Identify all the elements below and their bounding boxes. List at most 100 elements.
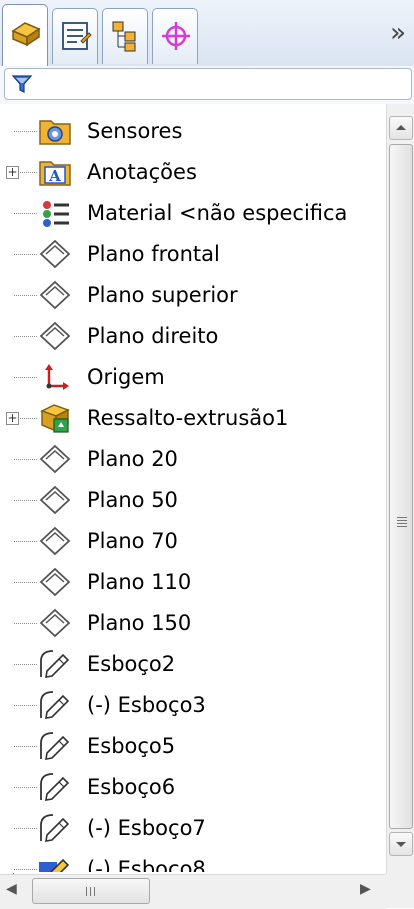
plane-icon (39, 321, 71, 351)
tree-item-label: Plano 20 (87, 447, 178, 471)
tree-item-plano-70[interactable]: Plano 70 (0, 522, 385, 563)
tree-item-label: Material <não especifica (87, 201, 348, 225)
tree-item-label: Esboço5 (87, 734, 176, 758)
tree-connector (14, 541, 37, 542)
tree-item-label: Plano 150 (87, 611, 192, 635)
tree-item-label: Plano direito (87, 324, 219, 348)
tree-connector (14, 459, 37, 460)
plane-icon (39, 526, 71, 556)
filter-input[interactable] (4, 68, 412, 100)
filter-bar (0, 66, 414, 104)
tree-item-label: Esboço6 (87, 775, 176, 799)
plane-icon (39, 567, 71, 597)
tree-item-plano-50[interactable]: Plano 50 (0, 481, 385, 522)
chevron-down-icon (396, 842, 406, 847)
tree-item-esboco5[interactable]: Esboço5 (0, 727, 385, 768)
plane-icon (39, 485, 71, 515)
tree-item-esboco2[interactable]: Esboço2 (0, 645, 385, 686)
plane-icon (39, 608, 71, 638)
vertical-scrollbar[interactable] (386, 104, 414, 874)
tree-connector (14, 705, 37, 706)
tree-item-esboco8[interactable]: (-) Esboço8 (0, 850, 385, 872)
sensors-folder-icon (39, 120, 71, 145)
tree-connector (14, 746, 37, 747)
tab-property-manager[interactable] (52, 8, 98, 64)
tree-connector (14, 254, 37, 255)
expand-icon[interactable]: + (6, 412, 19, 425)
tree-item-label: Sensores (87, 119, 183, 143)
material-icon (43, 201, 69, 227)
tree-connector (14, 213, 37, 214)
tree-item-plano-superior[interactable]: Plano superior (0, 276, 385, 317)
tree-item-esboco7[interactable]: (-) Esboço7 (0, 809, 385, 850)
tree-item-plano-20[interactable]: Plano 20 (0, 440, 385, 481)
tree-item-plano-frontal[interactable]: Plano frontal (0, 235, 385, 276)
tree-item-label: Plano 110 (87, 570, 192, 594)
sketch-icon (40, 732, 70, 760)
tree-item-label: Plano frontal (87, 242, 220, 266)
chevron-up-icon (396, 125, 406, 130)
scroll-up-button[interactable] (389, 116, 413, 140)
tree-item-ressalto-extrusao1[interactable]: + Ressalto-extrusão1 (0, 399, 385, 440)
vertical-scroll-thumb[interactable] (389, 144, 413, 829)
sketch-icon (40, 650, 70, 678)
tree-item-plano-direito[interactable]: Plano direito (0, 317, 385, 358)
tree-item-label: Origem (87, 365, 165, 389)
tree-item-label: Ressalto-extrusão1 (87, 406, 289, 430)
sketch-icon (39, 858, 70, 872)
tree-item-label: (-) Esboço3 (87, 693, 206, 717)
sketch-icon (40, 691, 70, 719)
property-manager-icon (62, 22, 92, 50)
tree-connector (14, 500, 37, 501)
tab-dimxpert-manager[interactable] (152, 8, 198, 64)
tree-item-label: Plano superior (87, 283, 238, 307)
tree-item-sensores[interactable]: Sensores (0, 112, 385, 153)
scroll-down-button[interactable] (389, 832, 413, 856)
tree-connector (14, 582, 37, 583)
sketch-icon (40, 773, 70, 801)
scroll-grip (86, 887, 98, 896)
boss-extrude-icon (40, 404, 70, 433)
tab-configuration-manager[interactable] (102, 8, 148, 64)
tree-connector (14, 623, 37, 624)
scroll-right-button[interactable]: ▶ (360, 881, 371, 897)
plane-icon (39, 239, 71, 269)
scroll-left-button[interactable]: ◀ (6, 881, 17, 897)
tree-item-label: Plano 50 (87, 488, 178, 512)
horizontal-scroll-thumb[interactable] (32, 878, 150, 904)
tree-item-esboco6[interactable]: Esboço6 (0, 768, 385, 809)
tree-connector (14, 869, 37, 870)
tree-item-origem[interactable]: Origem (0, 358, 385, 399)
tree-item-label: Anotações (87, 160, 197, 184)
tree-item-plano-150[interactable]: Plano 150 (0, 604, 385, 645)
tree-item-anotacoes[interactable]: + A Anotações (0, 153, 385, 194)
filter-icon[interactable] (11, 73, 33, 95)
tree-connector (14, 828, 37, 829)
feature-tree-icon (11, 22, 41, 47)
feature-tree: Sensores + A Anotações Material <não esp… (0, 104, 385, 872)
tree-item-esboco3[interactable]: (-) Esboço3 (0, 686, 385, 727)
svg-text:A: A (48, 167, 61, 185)
scrollbar-corner (386, 874, 414, 908)
tree-connector (14, 295, 37, 296)
horizontal-scrollbar[interactable]: ◀ ▶ (0, 874, 386, 909)
manager-tab-bar: » (0, 0, 414, 67)
tree-connector (14, 131, 37, 132)
expand-icon[interactable]: + (6, 166, 19, 179)
plane-icon (39, 280, 71, 310)
tree-item-plano-110[interactable]: Plano 110 (0, 563, 385, 604)
tree-connector (14, 787, 37, 788)
scroll-grip (397, 517, 407, 529)
origin-icon (45, 364, 69, 390)
tree-item-label: (-) Esboço8 (87, 857, 206, 872)
tree-connector (14, 664, 37, 665)
tree-item-label: (-) Esboço7 (87, 816, 206, 840)
tree-item-label: Plano 70 (87, 529, 178, 553)
more-tabs-button[interactable]: » (390, 20, 406, 46)
tree-connector (14, 377, 37, 378)
tree-item-material[interactable]: Material <não especifica (0, 194, 385, 235)
sketch-icon (40, 814, 70, 842)
tab-feature-manager[interactable] (2, 4, 48, 67)
dimxpert-crosshair-icon (162, 22, 190, 50)
plane-icon (39, 444, 71, 474)
